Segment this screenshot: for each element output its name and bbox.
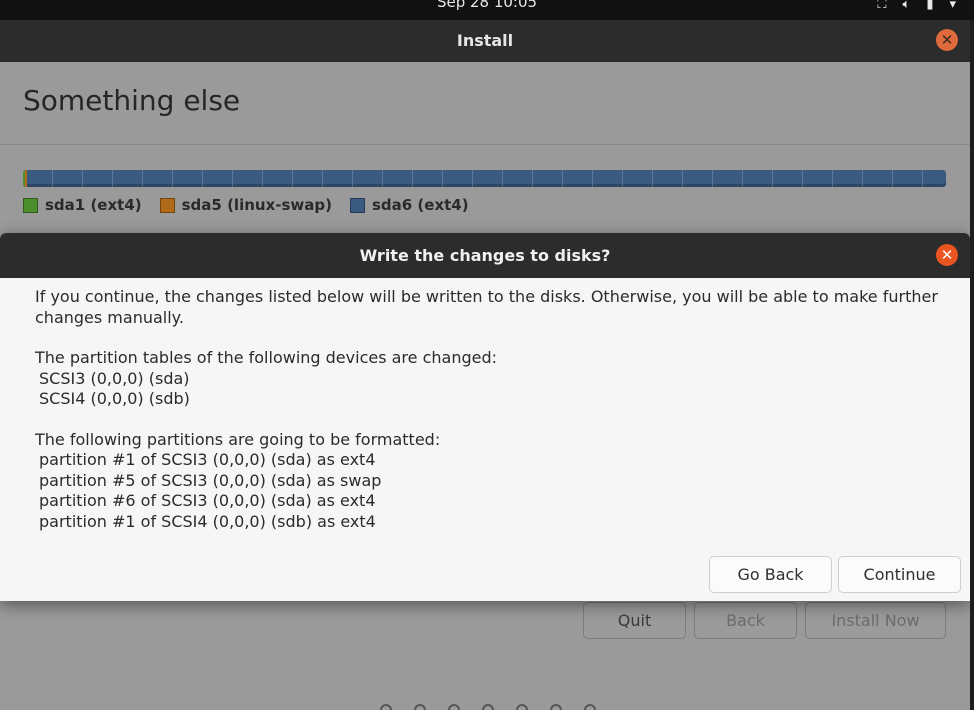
progress-dot (448, 704, 460, 710)
legend-label: sda1 (ext4) (45, 196, 142, 214)
progress-dot (380, 704, 392, 710)
progress-dot (550, 704, 562, 710)
progress-dot (516, 704, 528, 710)
format-heading: The following partitions are going to be… (35, 429, 441, 449)
volume-icon[interactable]: 🔈︎ (903, 0, 911, 12)
tables-heading: The partition tables of the following de… (35, 348, 498, 367)
formatted-partition-item: partition #1 of SCSI3 (0,0,0) (sda) as e… (39, 450, 376, 469)
close-icon: ✕ (940, 246, 954, 264)
back-button[interactable]: Back (694, 602, 797, 639)
window-titlebar: Install ✕ (0, 20, 970, 62)
progress-dots (380, 704, 596, 710)
menu-chevron-icon[interactable]: ▾ (949, 0, 956, 12)
battery-icon[interactable]: ▮ (926, 0, 933, 12)
dialog-buttons: Go Back Continue (709, 556, 961, 593)
window-footer-buttons: Quit Back Install Now (583, 602, 946, 639)
legend-item: sda5 (linux-swap) (159, 196, 332, 214)
dialog-close-button[interactable]: ✕ (936, 244, 958, 266)
legend-item: sda6 (ext4) (349, 196, 469, 214)
window-title: Install (456, 31, 514, 50)
legend-label: sda5 (linux-swap) (181, 196, 332, 214)
clock[interactable]: Sep 28 10:05 (0, 0, 974, 11)
formatted-partition-item: partition #1 of SCSI4 (0,0,0) (sdb) as e… (39, 511, 376, 531)
continue-button[interactable]: Continue (838, 556, 961, 593)
write-changes-dialog: Write the changes to disks? ✕ If you con… (0, 233, 970, 601)
progress-dot (482, 704, 494, 710)
device-item: SCSI3 (0,0,0) (sda) (39, 368, 190, 388)
system-tray[interactable]: ⛶ 🔈︎ ▮ ▾ (877, 0, 956, 12)
quit-button[interactable]: Quit (583, 602, 686, 639)
legend-item: sda1 (ext4) (23, 196, 142, 214)
legend-swatch (23, 197, 38, 213)
system-top-bar: Sep 28 10:05 ⛶ 🔈︎ ▮ ▾ (0, 0, 974, 20)
window-close-button[interactable]: ✕ (936, 29, 958, 51)
progress-dot (584, 704, 596, 710)
install-now-button[interactable]: Install Now (805, 602, 946, 639)
partition-legend: sda1 (ext4) sda5 (linux-swap) sda6 (ext4… (23, 196, 469, 214)
disk-partition-bar (23, 170, 946, 187)
dialog-title: Write the changes to disks? (359, 246, 611, 265)
formatted-partition-item: partition #6 of SCSI3 (0,0,0) (sda) as e… (39, 491, 376, 510)
divider (0, 144, 970, 145)
screen: Sep 28 10:05 ⛶ 🔈︎ ▮ ▾ Install ✕ Somethin… (0, 0, 974, 710)
legend-swatch (159, 197, 175, 213)
progress-dot (414, 704, 426, 710)
legend-swatch (349, 197, 365, 213)
installer-window: Install ✕ Something else sda1 (ext4) sda… (0, 20, 970, 710)
formatted-partition-item: partition #5 of SCSI3 (0,0,0) (sda) as s… (39, 470, 382, 490)
close-icon: ✕ (940, 31, 954, 49)
device-item: SCSI4 (0,0,0) (sdb) (39, 389, 190, 408)
dialog-intro-text: If you continue, the changes listed belo… (35, 287, 938, 327)
partition-bar-ticks (23, 170, 946, 187)
dialog-titlebar: Write the changes to disks? ✕ (0, 233, 970, 278)
legend-label: sda6 (ext4) (371, 196, 469, 214)
page-title: Something else (23, 84, 241, 117)
dialog-body: If you continue, the changes listed belo… (35, 287, 955, 532)
go-back-button[interactable]: Go Back (709, 556, 832, 593)
network-icon[interactable]: ⛶ (877, 0, 886, 12)
